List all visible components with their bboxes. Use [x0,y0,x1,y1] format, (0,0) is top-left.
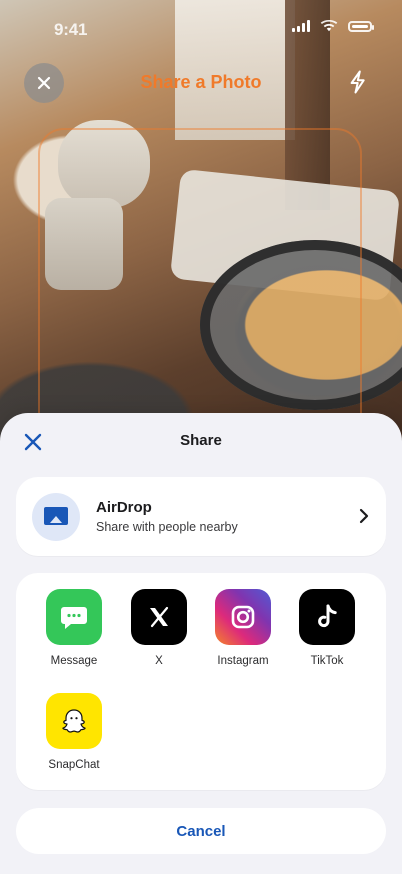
share-sheet-title: Share [180,432,222,449]
snapchat-icon [46,693,102,749]
share-app-message[interactable]: Message [34,589,114,667]
airdrop-title: AirDrop [96,499,152,516]
share-app-label: Message [50,655,98,667]
airdrop-subtitle: Share with people nearby [96,520,238,534]
message-icon [46,589,102,645]
x-icon [131,589,187,645]
airdrop-row[interactable]: AirDrop Share with people nearby [16,477,386,556]
cancel-button[interactable]: Cancel [16,808,386,854]
wifi-icon [320,20,338,32]
tiktok-icon [299,589,355,645]
share-app-label: X [155,655,163,667]
share-app-label: TikTok [310,655,344,667]
share-app-tiktok[interactable]: TikTok [287,589,367,667]
flash-toggle[interactable] [346,70,368,94]
share-sheet: Share AirDrop Share with people nearby M… [0,413,402,874]
share-app-label: SnapChat [48,759,100,771]
cancel-label: Cancel [176,822,226,840]
status-time: 9:41 [54,20,88,39]
camera-title: Share a Photo [140,72,262,92]
status-bar: 9:41 [0,0,402,60]
share-app-instagram[interactable]: Instagram [203,589,283,667]
flash-icon [350,70,365,94]
camera-share-screen: 9:41 Share a Photo Share AirDrop Share w… [0,0,402,874]
cellular-signal-icon [292,20,310,32]
share-app-snapchat[interactable]: SnapChat [34,693,114,771]
camera-focus-frame [38,128,362,458]
status-icons [292,20,374,32]
battery-icon [348,20,374,32]
share-sheet-header: Share [0,413,402,469]
instagram-icon [215,589,271,645]
share-app-label: Instagram [217,655,269,667]
chevron-right-icon [359,508,369,524]
share-app-x[interactable]: X [119,589,199,667]
share-apps-grid: Message X Instagram TikTok SnapChat [16,573,386,790]
airdrop-icon [32,493,80,541]
